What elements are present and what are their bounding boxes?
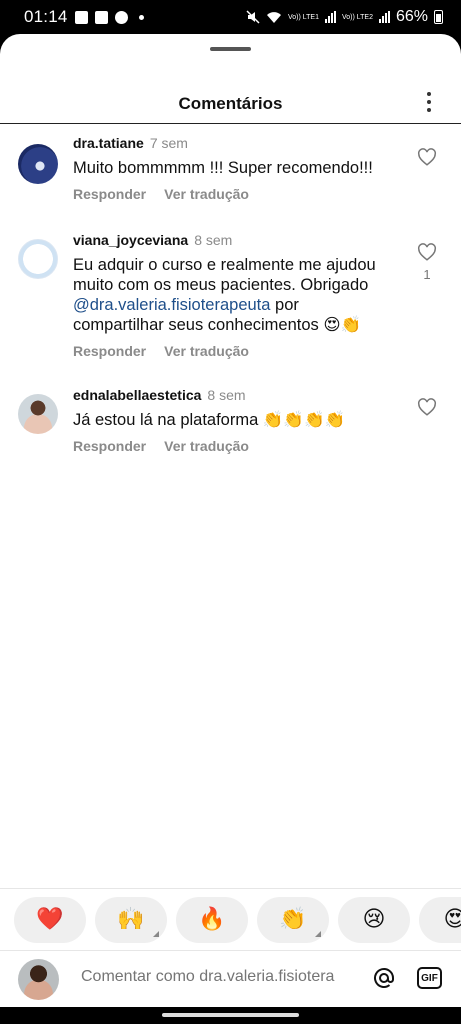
avatar[interactable] bbox=[18, 144, 58, 184]
comment-body: ednalabellaestetica 8 sem Já estou lá na … bbox=[73, 386, 393, 454]
emoji-heart-eyes-button[interactable]: 😍 bbox=[419, 896, 461, 943]
comment-text: Muito bommmmm !!! Super recomendo!!! bbox=[73, 159, 373, 177]
facebook-icon bbox=[114, 10, 128, 24]
raised-hands-emoji-icon: 🙌 bbox=[117, 907, 145, 932]
comment-meta: ednalabellaestetica 8 sem bbox=[73, 386, 393, 404]
comment-username[interactable]: viana_joyceviana bbox=[73, 232, 188, 248]
comment-text: Já estou lá na plataforma 👏👏👏👏 bbox=[73, 411, 346, 429]
heart-emoji-icon: ❤️ bbox=[36, 907, 64, 932]
emoji-heart-button[interactable]: ❤️ bbox=[14, 896, 86, 943]
youtube-icon bbox=[94, 10, 108, 24]
battery-percent: 66% bbox=[395, 8, 428, 25]
comment-body: dra.tatiane 7 sem Muito bommmmm !!! Super… bbox=[73, 134, 393, 202]
sim1-label: Vo)) LTE1 bbox=[287, 13, 319, 21]
avatar[interactable] bbox=[18, 394, 58, 434]
status-time: 01:14 bbox=[24, 7, 68, 26]
comment-meta: viana_joyceviana 8 sem bbox=[73, 231, 393, 249]
more-variants-indicator bbox=[315, 930, 321, 937]
notification-dot-icon bbox=[138, 14, 144, 20]
system-nav-bar bbox=[0, 1007, 461, 1024]
emoji-reaction-bar: ❤️ 🙌 🔥 👏 😢 😍 bbox=[0, 888, 461, 951]
comment-text: Eu adquir o curso e realmente me ajudou … bbox=[73, 255, 393, 335]
emoji-crying-button[interactable]: 😢 bbox=[338, 896, 410, 943]
comment-username[interactable]: ednalabellaestetica bbox=[73, 387, 201, 403]
fire-emoji-icon: 🔥 bbox=[198, 907, 226, 932]
battery-icon bbox=[434, 10, 443, 24]
comment-body: viana_joyceviana 8 sem Eu adquir o curso … bbox=[73, 231, 393, 359]
translate-button[interactable]: Ver tradução bbox=[164, 186, 249, 202]
avatar[interactable] bbox=[18, 239, 58, 279]
emoji-fire-button[interactable]: 🔥 bbox=[176, 896, 248, 943]
status-left: 01:14 bbox=[24, 7, 144, 27]
translate-button[interactable]: Ver tradução bbox=[164, 438, 249, 454]
like-count: 1 bbox=[423, 267, 431, 282]
comment-input[interactable] bbox=[81, 968, 361, 986]
home-indicator[interactable] bbox=[162, 1013, 299, 1017]
comment-composer: GIF bbox=[0, 952, 461, 1007]
avatar bbox=[18, 959, 59, 1000]
mute-icon bbox=[246, 10, 260, 24]
signal-1-icon bbox=[324, 11, 336, 23]
sim2-label: Vo)) LTE2 bbox=[341, 13, 373, 21]
comment-actions: Responder Ver tradução bbox=[73, 343, 393, 359]
emoji-clap-button[interactable]: 👏 bbox=[257, 896, 329, 943]
heart-icon bbox=[418, 243, 436, 261]
wifi-icon bbox=[266, 11, 281, 23]
comment-time: 8 sem bbox=[194, 232, 233, 248]
like-button[interactable]: 1 bbox=[417, 243, 437, 282]
more-variants-indicator bbox=[153, 930, 159, 937]
heart-icon bbox=[418, 398, 436, 416]
comment-time: 8 sem bbox=[207, 387, 246, 403]
comment-username[interactable]: dra.tatiane bbox=[73, 135, 144, 151]
drag-handle[interactable] bbox=[210, 47, 251, 51]
reply-button[interactable]: Responder bbox=[73, 186, 146, 202]
comment-actions: Responder Ver tradução bbox=[73, 438, 393, 454]
heart-eyes-emoji-icon: 😍 bbox=[444, 907, 461, 932]
status-right: Vo)) LTE1 Vo)) LTE2 66% bbox=[246, 8, 443, 26]
comments-sheet: Comentários dra.tatiane 7 sem Muito bommm… bbox=[0, 34, 461, 1007]
comment-text-part: Eu adquir o curso e realmente me ajudou … bbox=[73, 256, 376, 294]
crying-emoji-icon: 😢 bbox=[362, 907, 386, 932]
translate-button[interactable]: Ver tradução bbox=[164, 343, 249, 359]
like-button[interactable] bbox=[417, 148, 437, 166]
status-bar: 01:14 Vo)) LTE1 Vo)) LTE2 66% bbox=[0, 0, 461, 34]
page-title: Comentários bbox=[178, 93, 283, 113]
mention-icon[interactable] bbox=[372, 966, 396, 990]
heart-icon bbox=[418, 148, 436, 166]
like-button[interactable] bbox=[417, 398, 437, 416]
comment-meta: dra.tatiane 7 sem bbox=[73, 134, 393, 152]
signal-2-icon bbox=[378, 11, 390, 23]
emoji-raised-hands-button[interactable]: 🙌 bbox=[95, 896, 167, 943]
comment-time: 7 sem bbox=[149, 135, 188, 151]
mention-link[interactable]: @dra.valeria.fisioterapeuta bbox=[73, 296, 270, 314]
gallery-icon bbox=[74, 10, 88, 24]
comment-actions: Responder Ver tradução bbox=[73, 186, 393, 202]
comments-header: Comentários bbox=[0, 84, 461, 124]
gif-button[interactable]: GIF bbox=[417, 967, 442, 989]
reply-button[interactable]: Responder bbox=[73, 343, 146, 359]
clap-emoji-icon: 👏 bbox=[279, 907, 307, 932]
reply-button[interactable]: Responder bbox=[73, 438, 146, 454]
more-options-icon[interactable] bbox=[423, 92, 435, 112]
